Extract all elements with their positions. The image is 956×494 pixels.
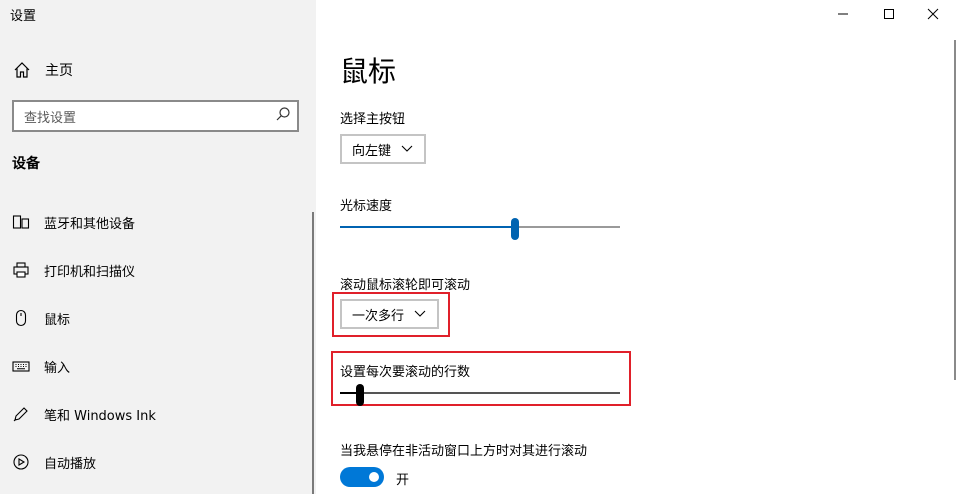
sidebar-item-autoplay[interactable]: 自动播放	[12, 450, 302, 474]
sidebar-item-label: 笔和 Windows Ink	[44, 408, 156, 424]
keyboard-icon	[12, 357, 30, 375]
pen-icon	[12, 405, 30, 423]
sidebar-item-bluetooth[interactable]: 蓝牙和其他设备	[12, 210, 302, 234]
minimize-button[interactable]	[820, 0, 866, 28]
dropdown-value: 向左键	[352, 143, 392, 159]
sidebar-item-printers[interactable]: 打印机和扫描仪	[12, 258, 302, 282]
sidebar: 设置 主页 查找设置 设备 蓝牙和其他设备 打印机和扫描仪 鼠标 输入 笔和 W…	[0, 0, 316, 494]
bluetooth-devices-icon	[12, 213, 30, 231]
autoplay-icon	[12, 453, 30, 471]
maximize-icon	[883, 5, 895, 24]
chevron-down-icon	[401, 145, 413, 153]
wheel-scroll-label: 滚动鼠标滚轮即可滚动	[340, 278, 471, 293]
chevron-down-icon	[414, 310, 426, 318]
dropdown-value: 一次多行	[352, 308, 405, 324]
slider-fill	[340, 392, 356, 394]
section-title: 设备	[12, 156, 40, 172]
slider-fill	[340, 226, 511, 228]
wheel-scroll-dropdown[interactable]: 一次多行	[340, 299, 439, 329]
sidebar-item-mouse[interactable]: 鼠标	[12, 306, 302, 330]
slider-thumb[interactable]	[511, 218, 519, 240]
sidebar-scrollbar[interactable]	[312, 212, 314, 494]
sidebar-item-label: 蓝牙和其他设备	[44, 216, 136, 232]
app-title: 设置	[10, 9, 37, 24]
sidebar-item-label: 鼠标	[44, 312, 71, 328]
slider-thumb[interactable]	[356, 384, 364, 406]
primary-button-dropdown[interactable]: 向左键	[340, 134, 426, 164]
printer-icon	[12, 261, 30, 279]
search-input[interactable]: 查找设置	[12, 100, 299, 132]
cursor-speed-label: 光标速度	[340, 199, 393, 214]
lines-per-scroll-label: 设置每次要滚动的行数	[340, 365, 471, 380]
sidebar-item-label: 输入	[44, 360, 71, 376]
sidebar-item-typing[interactable]: 输入	[12, 354, 302, 378]
sidebar-item-label: 自动播放	[44, 456, 97, 472]
cursor-speed-slider[interactable]	[340, 218, 620, 240]
home-icon	[12, 60, 32, 80]
sidebar-item-label: 打印机和扫描仪	[44, 264, 136, 280]
inactive-scroll-toggle[interactable]	[340, 467, 384, 487]
inactive-scroll-label: 当我悬停在非活动窗口上方时对其进行滚动	[340, 444, 588, 459]
page-title: 鼠标	[340, 55, 397, 88]
slider-track	[340, 392, 620, 394]
close-icon	[927, 5, 939, 24]
home-nav-item[interactable]: 主页	[12, 58, 73, 82]
primary-button-label: 选择主按钮	[340, 112, 406, 127]
close-button[interactable]	[910, 0, 956, 28]
search-icon[interactable]	[275, 106, 291, 126]
sidebar-item-pen[interactable]: 笔和 Windows Ink	[12, 402, 302, 426]
home-label: 主页	[45, 63, 73, 79]
toggle-state-label: 开	[396, 473, 410, 488]
search-placeholder: 查找设置	[24, 110, 77, 126]
toggle-knob	[369, 472, 379, 482]
minimize-icon	[837, 5, 849, 24]
mouse-icon	[12, 309, 30, 327]
lines-per-scroll-slider[interactable]	[340, 384, 620, 406]
maximize-button[interactable]	[866, 0, 912, 28]
